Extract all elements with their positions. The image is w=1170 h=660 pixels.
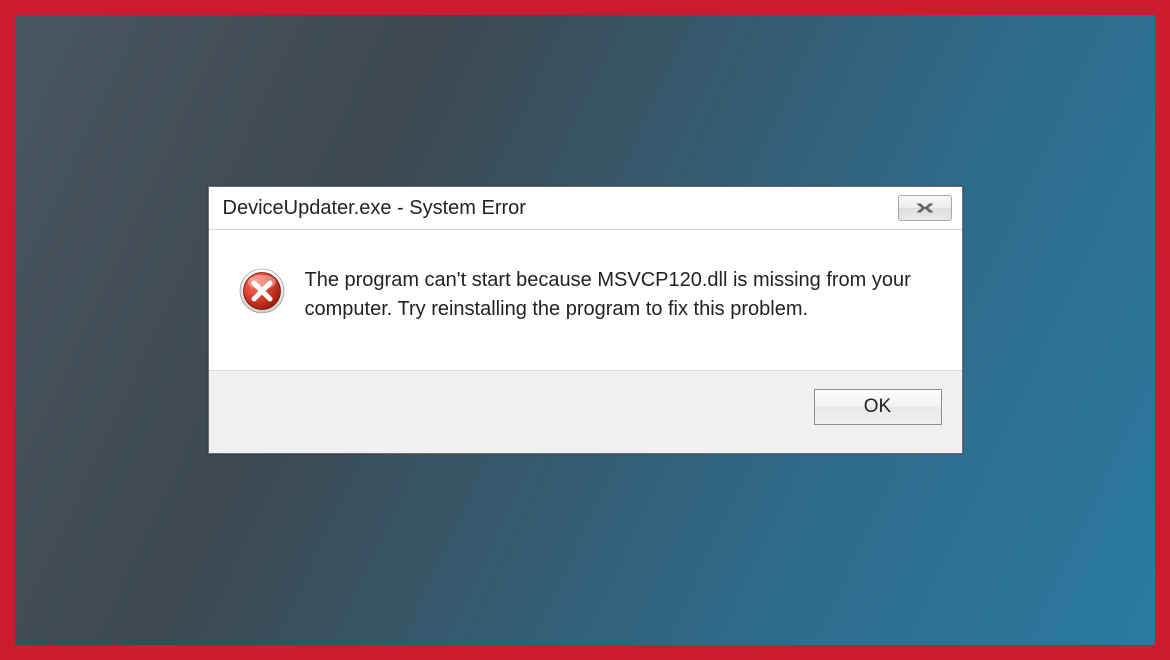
dialog-content: The program can't start because MSVCP120… <box>209 230 962 370</box>
error-dialog: DeviceUpdater.exe - System Error <box>208 186 963 454</box>
close-icon <box>914 202 936 214</box>
close-button[interactable] <box>898 195 952 221</box>
desktop-background: DeviceUpdater.exe - System Error <box>15 15 1155 645</box>
title-bar: DeviceUpdater.exe - System Error <box>209 187 962 230</box>
ok-button[interactable]: OK <box>814 389 942 425</box>
window-title: DeviceUpdater.exe - System Error <box>223 197 526 220</box>
error-icon <box>239 268 285 319</box>
button-bar: OK <box>209 370 962 453</box>
error-message: The program can't start because MSVCP120… <box>305 266 925 324</box>
